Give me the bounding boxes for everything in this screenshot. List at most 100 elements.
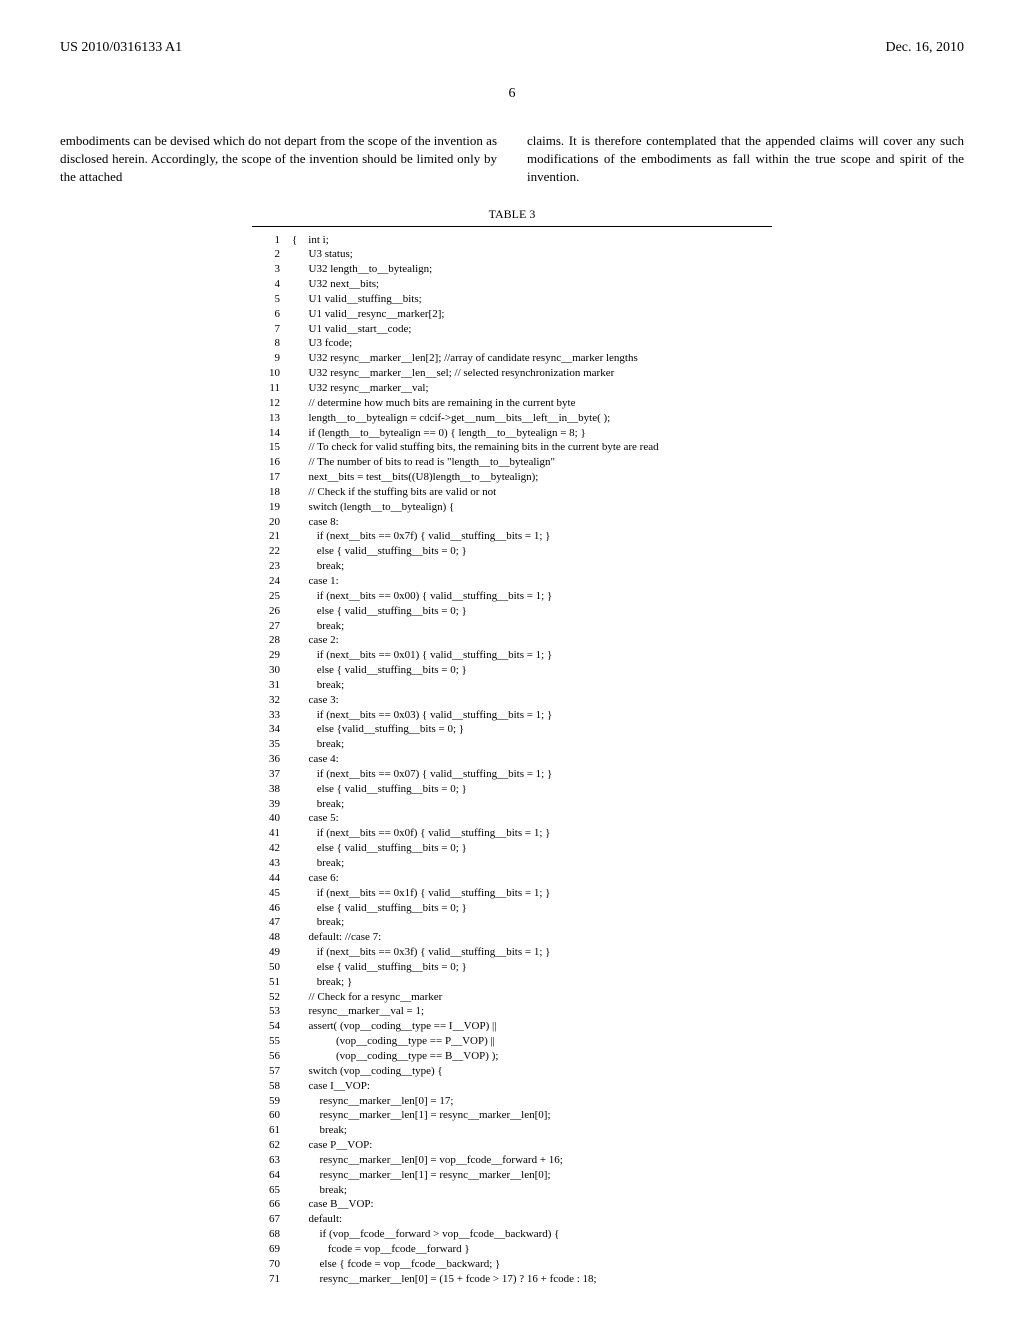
- code-line: 5 U1 valid__stuffing__bits;: [252, 292, 772, 307]
- line-text: else { valid__stuffing__bits = 0; }: [292, 663, 772, 678]
- line-number: 27: [252, 619, 292, 634]
- line-text: switch (vop__coding__type) {: [292, 1064, 772, 1079]
- line-number: 29: [252, 648, 292, 663]
- line-number: 15: [252, 440, 292, 455]
- line-text: case I__VOP:: [292, 1079, 772, 1094]
- line-number: 30: [252, 663, 292, 678]
- code-line: 7 U1 valid__start__code;: [252, 322, 772, 337]
- line-text: else { valid__stuffing__bits = 0; }: [292, 782, 772, 797]
- code-line: 21 if (next__bits == 0x7f) { valid__stuf…: [252, 529, 772, 544]
- publication-number: US 2010/0316133 A1: [60, 40, 182, 56]
- line-number: 6: [252, 307, 292, 322]
- line-text: next__bits = test__bits((U8)length__to__…: [292, 470, 772, 485]
- line-text: resync__marker__val = 1;: [292, 1004, 772, 1019]
- line-number: 7: [252, 322, 292, 337]
- code-line: 28 case 2:: [252, 633, 772, 648]
- code-line: 61 break;: [252, 1123, 772, 1138]
- line-text: // The number of bits to read is "length…: [292, 455, 772, 470]
- code-line: 1{ int i;: [252, 233, 772, 248]
- line-number: 66: [252, 1197, 292, 1212]
- code-line: 9 U32 resync__marker__len[2]; //array of…: [252, 351, 772, 366]
- line-number: 55: [252, 1034, 292, 1049]
- line-number: 42: [252, 841, 292, 856]
- line-text: case P__VOP:: [292, 1138, 772, 1153]
- code-line: 26 else { valid__stuffing__bits = 0; }: [252, 604, 772, 619]
- left-column-text: embodiments can be devised which do not …: [60, 132, 497, 187]
- line-text: U32 next__bits;: [292, 277, 772, 292]
- line-text: else { valid__stuffing__bits = 0; }: [292, 960, 772, 975]
- line-number: 24: [252, 574, 292, 589]
- code-line: 13 length__to__bytealign = cdcif->get__n…: [252, 411, 772, 426]
- code-line: 46 else { valid__stuffing__bits = 0; }: [252, 901, 772, 916]
- code-line: 37 if (next__bits == 0x07) { valid__stuf…: [252, 767, 772, 782]
- line-number: 64: [252, 1168, 292, 1183]
- code-line: 34 else {valid__stuffing__bits = 0; }: [252, 722, 772, 737]
- code-line: 14 if (length__to__bytealign == 0) { len…: [252, 426, 772, 441]
- line-number: 5: [252, 292, 292, 307]
- line-text: // Check for a resync__marker: [292, 990, 772, 1005]
- line-text: U1 valid__stuffing__bits;: [292, 292, 772, 307]
- line-number: 45: [252, 886, 292, 901]
- line-number: 51: [252, 975, 292, 990]
- line-number: 25: [252, 589, 292, 604]
- line-text: if (next__bits == 0x01) { valid__stuffin…: [292, 648, 772, 663]
- line-text: { int i;: [292, 233, 772, 248]
- code-line: 15 // To check for valid stuffing bits, …: [252, 440, 772, 455]
- code-line: 27 break;: [252, 619, 772, 634]
- line-text: U3 status;: [292, 247, 772, 262]
- code-line: 17 next__bits = test__bits((U8)length__t…: [252, 470, 772, 485]
- line-number: 11: [252, 381, 292, 396]
- line-number: 36: [252, 752, 292, 767]
- code-line: 8 U3 fcode;: [252, 336, 772, 351]
- line-text: if (next__bits == 0x1f) { valid__stuffin…: [292, 886, 772, 901]
- line-number: 71: [252, 1272, 292, 1287]
- line-number: 13: [252, 411, 292, 426]
- code-line: 47 break;: [252, 915, 772, 930]
- code-line: 70 else { fcode = vop__fcode__backward; …: [252, 1257, 772, 1272]
- line-number: 63: [252, 1153, 292, 1168]
- right-column-text: claims. It is therefore contemplated tha…: [527, 132, 964, 187]
- line-text: U1 valid__resync__marker[2];: [292, 307, 772, 322]
- line-number: 33: [252, 708, 292, 723]
- page-number: 6: [60, 86, 964, 102]
- code-line: 12 // determine how much bits are remain…: [252, 396, 772, 411]
- line-number: 52: [252, 990, 292, 1005]
- code-line: 6 U1 valid__resync__marker[2];: [252, 307, 772, 322]
- line-number: 68: [252, 1227, 292, 1242]
- line-text: resync__marker__len[0] = 17;: [292, 1094, 772, 1109]
- line-text: if (next__bits == 0x00) { valid__stuffin…: [292, 589, 772, 604]
- line-number: 14: [252, 426, 292, 441]
- code-line: 29 if (next__bits == 0x01) { valid__stuf…: [252, 648, 772, 663]
- line-number: 8: [252, 336, 292, 351]
- line-text: resync__marker__len[1] = resync__marker_…: [292, 1108, 772, 1123]
- line-number: 9: [252, 351, 292, 366]
- line-text: break;: [292, 856, 772, 871]
- line-number: 67: [252, 1212, 292, 1227]
- line-number: 44: [252, 871, 292, 886]
- line-number: 2: [252, 247, 292, 262]
- line-number: 48: [252, 930, 292, 945]
- line-text: case 8:: [292, 515, 772, 530]
- code-line: 2 U3 status;: [252, 247, 772, 262]
- code-line: 45 if (next__bits == 0x1f) { valid__stuf…: [252, 886, 772, 901]
- body-columns: embodiments can be devised which do not …: [60, 132, 964, 187]
- line-text: case 5:: [292, 811, 772, 826]
- line-text: default: //case 7:: [292, 930, 772, 945]
- code-line: 48 default: //case 7:: [252, 930, 772, 945]
- line-number: 12: [252, 396, 292, 411]
- line-number: 61: [252, 1123, 292, 1138]
- line-text: else { fcode = vop__fcode__backward; }: [292, 1257, 772, 1272]
- code-line: 39 break;: [252, 797, 772, 812]
- line-number: 58: [252, 1079, 292, 1094]
- code-line: 57 switch (vop__coding__type) {: [252, 1064, 772, 1079]
- line-text: case 4:: [292, 752, 772, 767]
- code-line: 32 case 3:: [252, 693, 772, 708]
- line-number: 57: [252, 1064, 292, 1079]
- line-number: 31: [252, 678, 292, 693]
- line-text: resync__marker__len[1] = resync__marker_…: [292, 1168, 772, 1183]
- line-number: 1: [252, 233, 292, 248]
- code-line: 68 if (vop__fcode__forward > vop__fcode_…: [252, 1227, 772, 1242]
- line-text: if (next__bits == 0x7f) { valid__stuffin…: [292, 529, 772, 544]
- line-number: 22: [252, 544, 292, 559]
- line-text: switch (length__to__bytealign) {: [292, 500, 772, 515]
